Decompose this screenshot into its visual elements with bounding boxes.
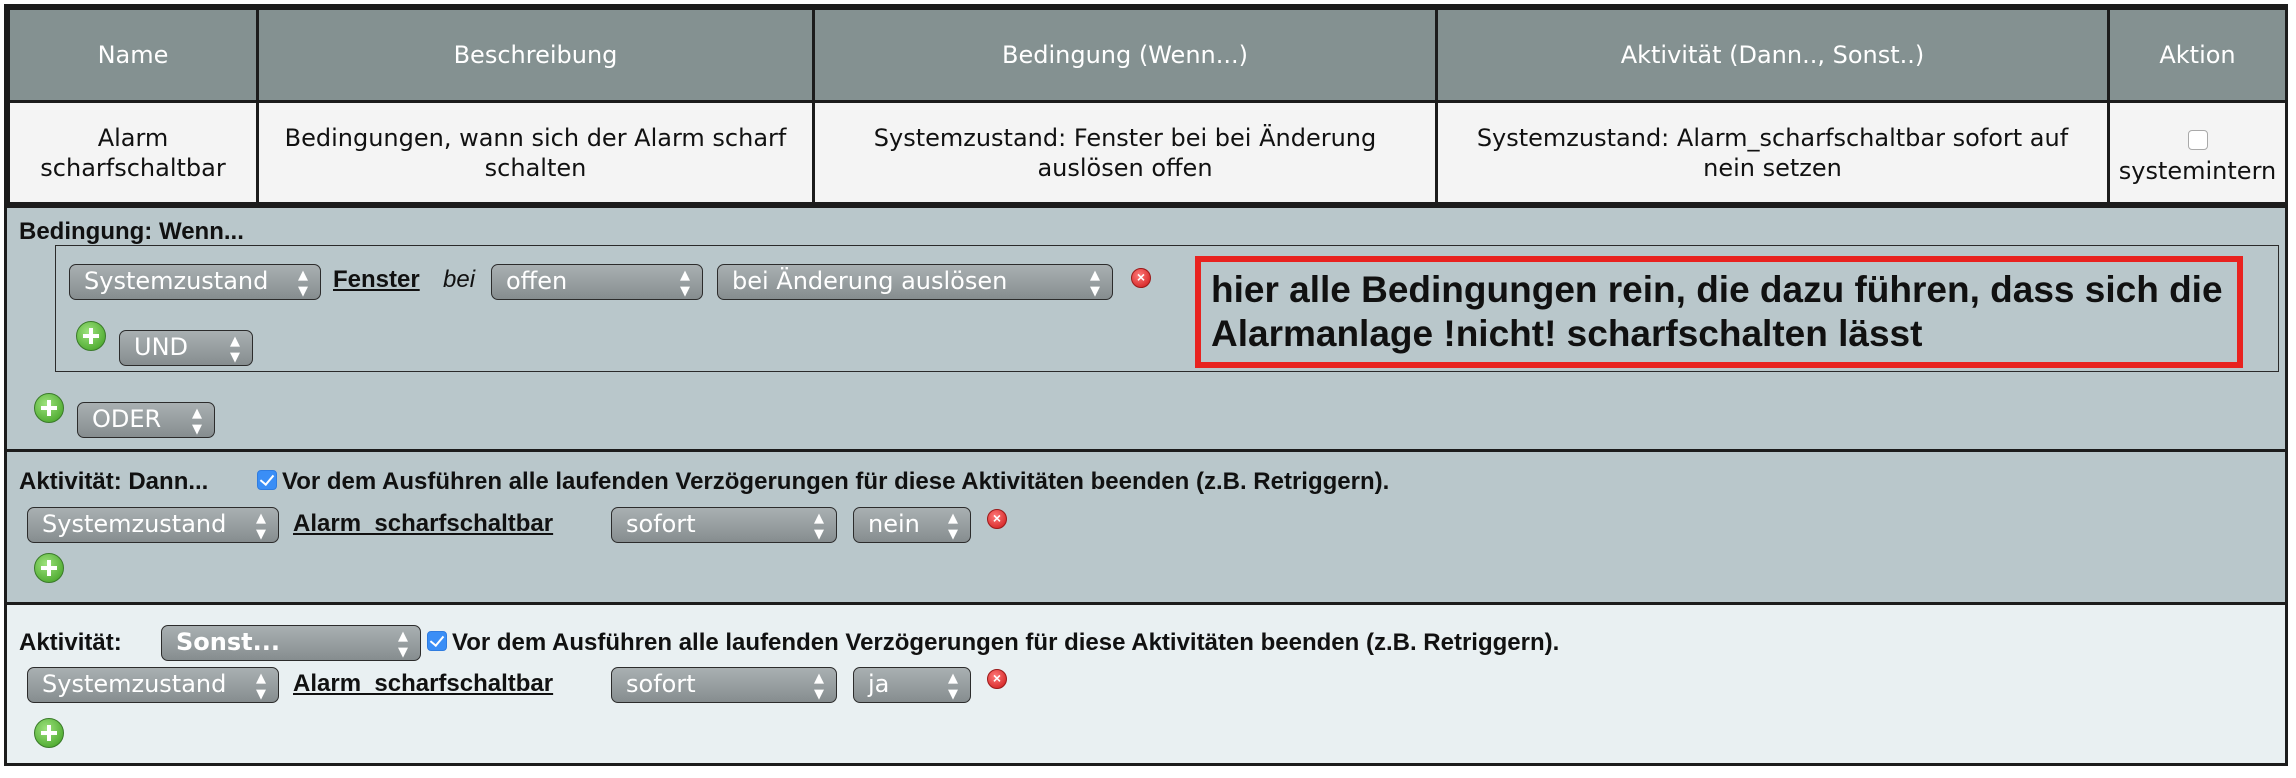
then-timing-select[interactable]: sofort ▲ ▼ — [611, 507, 837, 543]
select-arrows-icon: ▲ ▼ — [814, 511, 824, 542]
trigger-value: bei Änderung auslösen — [732, 267, 1008, 295]
then-value-select[interactable]: nein ▲ ▼ — [853, 507, 971, 543]
else-type-select[interactable]: Systemzustand ▲ ▼ — [27, 667, 279, 703]
table-header-row: Name Beschreibung Bedingung (Wenn...) Ak… — [7, 7, 2288, 103]
program-editor: Name Beschreibung Bedingung (Wenn...) Ak… — [4, 4, 2288, 766]
remove-activity-icon[interactable]: × — [987, 509, 1007, 529]
and-select[interactable]: UND ▲ ▼ — [119, 330, 253, 366]
select-arrows-icon: ▲ ▼ — [192, 406, 202, 437]
then-value-value: nein — [868, 510, 920, 538]
bei-label: bei — [443, 266, 476, 293]
condition-section: Bedingung: Wenn... Systemzustand ▲ ▼ Fens… — [7, 205, 2285, 449]
cell-condition: Systemzustand: Fenster bei bei Änderung … — [812, 100, 1438, 205]
cell-description: Bedingungen, wann sich der Alarm scharf … — [256, 100, 815, 205]
select-arrows-icon: ▲ ▼ — [256, 511, 266, 542]
select-arrows-icon: ▲ ▼ — [398, 629, 408, 660]
remove-else-activity-icon[interactable]: × — [987, 669, 1007, 689]
cell-activity: Systemzustand: Alarm_scharfschaltbar sof… — [1435, 100, 2110, 205]
column-header-activity: Aktivität (Dann.., Sonst..) — [1435, 7, 2110, 103]
then-timing-value: sofort — [626, 510, 696, 538]
systemintern-checkbox[interactable] — [2187, 129, 2208, 150]
add-else-activity-icon[interactable] — [34, 718, 64, 748]
then-type-select[interactable]: Systemzustand ▲ ▼ — [27, 507, 279, 543]
condition-type-value: Systemzustand — [84, 267, 269, 295]
condition-object-link[interactable]: Fenster — [333, 266, 420, 294]
cell-name: Alarm scharfschaltbar — [7, 100, 259, 205]
and-value: UND — [134, 333, 188, 361]
select-arrows-icon: ▲ ▼ — [230, 334, 240, 365]
else-type-value: Systemzustand — [42, 670, 227, 698]
select-arrows-icon: ▲ ▼ — [948, 511, 958, 542]
else-value-value: ja — [868, 670, 890, 698]
select-arrows-icon: ▲ ▼ — [948, 671, 958, 702]
select-arrows-icon: ▲ ▼ — [298, 268, 308, 299]
then-type-value: Systemzustand — [42, 510, 227, 538]
annotation-box: hier alle Bedingungen rein, die dazu füh… — [1195, 256, 2243, 368]
select-arrows-icon: ▲ ▼ — [256, 671, 266, 702]
systemintern-label: systemintern — [2118, 156, 2277, 185]
then-section: Aktivität: Dann... Vor dem Ausführen all… — [7, 449, 2285, 602]
add-condition-icon[interactable] — [76, 321, 106, 351]
condition-value-select[interactable]: offen ▲ ▼ — [491, 264, 703, 300]
then-stop-delays-label: Vor dem Ausführen alle laufenden Verzöge… — [282, 468, 1390, 495]
else-stop-delays-label: Vor dem Ausführen alle laufenden Verzöge… — [452, 629, 1560, 656]
then-stop-delays-checkbox[interactable] — [257, 470, 277, 490]
column-header-description: Beschreibung — [256, 7, 815, 103]
else-timing-value: sofort — [626, 670, 696, 698]
condition-title: Bedingung: Wenn... — [19, 218, 244, 245]
add-activity-icon[interactable] — [34, 553, 64, 583]
else-mode-select[interactable]: Sonst... ▲ ▼ — [161, 625, 421, 661]
else-mode-value: Sonst... — [176, 628, 280, 656]
table-row: Alarm scharfschaltbar Bedingungen, wann … — [7, 100, 2288, 205]
condition-type-select[interactable]: Systemzustand ▲ ▼ — [69, 264, 321, 300]
else-section: Aktivität: Sonst... ▲ ▼ Vor dem Ausführen… — [7, 602, 2285, 763]
else-value-select[interactable]: ja ▲ ▼ — [853, 667, 971, 703]
add-condition-group-icon[interactable] — [34, 393, 64, 423]
program-table: Name Beschreibung Bedingung (Wenn...) Ak… — [7, 7, 2288, 205]
select-arrows-icon: ▲ ▼ — [680, 268, 690, 299]
condition-value-value: offen — [506, 267, 568, 295]
else-object-link[interactable]: Alarm_scharfschaltbar — [293, 670, 553, 698]
then-title: Aktivität: Dann... — [19, 468, 209, 495]
column-header-name: Name — [7, 7, 259, 103]
select-arrows-icon: ▲ ▼ — [1090, 268, 1100, 299]
cell-action: systemintern — [2107, 100, 2288, 205]
remove-condition-icon[interactable]: × — [1131, 268, 1151, 288]
then-object-link[interactable]: Alarm_scharfschaltbar — [293, 510, 553, 538]
column-header-action: Aktion — [2107, 7, 2288, 103]
else-timing-select[interactable]: sofort ▲ ▼ — [611, 667, 837, 703]
else-title: Aktivität: — [19, 629, 122, 656]
column-header-condition: Bedingung (Wenn...) — [812, 7, 1438, 103]
or-select[interactable]: ODER ▲ ▼ — [77, 402, 215, 438]
select-arrows-icon: ▲ ▼ — [814, 671, 824, 702]
trigger-select[interactable]: bei Änderung auslösen ▲ ▼ — [717, 264, 1113, 300]
or-value: ODER — [92, 405, 162, 433]
else-stop-delays-checkbox[interactable] — [427, 631, 447, 651]
